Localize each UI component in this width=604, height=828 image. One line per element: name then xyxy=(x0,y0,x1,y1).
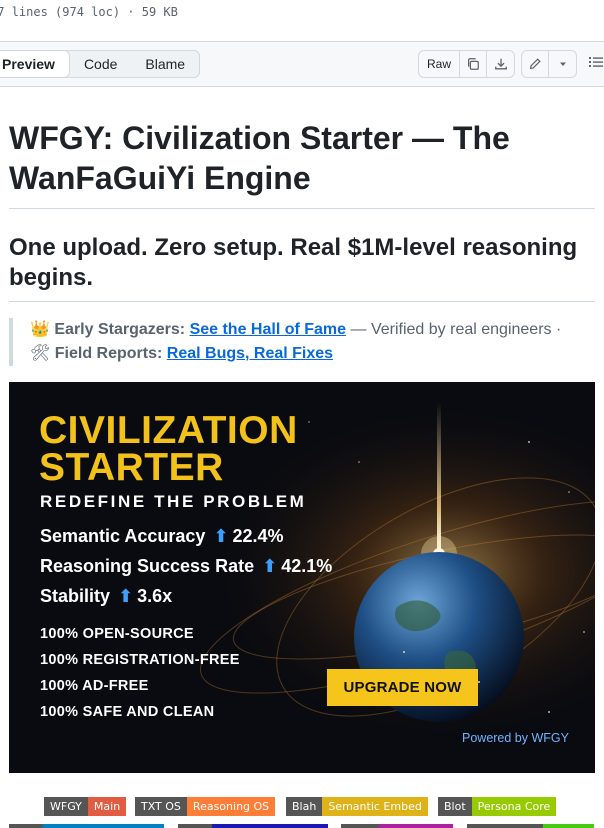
quote-line-1: 👑 Early Stargazers: See the Hall of Fame… xyxy=(30,318,595,342)
promo-banner-image: CIVILIZATION STARTER REDEFINE THE PROBLE… xyxy=(9,382,595,773)
hall-of-fame-link[interactable]: See the Hall of Fame xyxy=(190,321,347,338)
raw-button[interactable]: Raw xyxy=(419,51,460,77)
badge-blot[interactable]: Blot Persona Core xyxy=(438,797,557,816)
file-info: 37 lines (974 loc) · 59 KB xyxy=(0,5,178,19)
badge-partial[interactable] xyxy=(178,824,328,828)
tab-blame[interactable]: Blame xyxy=(131,51,199,77)
upgrade-now-button: UPGRADE NOW xyxy=(327,669,478,706)
pencil-icon xyxy=(529,58,541,70)
readme-subtitle: One upload. Zero setup. Real $1M-level r… xyxy=(9,234,578,291)
edit-dropdown-button[interactable] xyxy=(549,51,576,77)
banner-title: CIVILIZATION STARTER xyxy=(39,409,298,489)
tab-code[interactable]: Code xyxy=(70,51,131,77)
blockquote: 👑 Early Stargazers: See the Hall of Fame… xyxy=(9,318,595,366)
file-toolbar: Preview Code Blame Raw xyxy=(0,42,604,87)
banner-feature: 100% AD-FREE xyxy=(40,678,149,694)
banner-feature: 100% REGISTRATION-FREE xyxy=(40,652,240,668)
banner-subtitle: REDEFINE THE PROBLEM xyxy=(40,492,307,511)
arrow-up-icon: ⬆ xyxy=(262,556,278,576)
download-icon xyxy=(494,58,507,70)
edit-actions-group xyxy=(521,50,577,78)
badge-txt-os[interactable]: TXT OS Reasoning OS xyxy=(135,797,276,816)
view-mode-segmented-control: Preview Code Blame xyxy=(0,50,201,78)
arrow-up-icon: ⬆ xyxy=(213,526,229,546)
list-icon xyxy=(589,57,603,67)
edit-button[interactable] xyxy=(522,51,549,77)
banner-stat: Reasoning Success Rate ⬆ 42.1% xyxy=(40,556,333,576)
banner-feature: 100% SAFE AND CLEAN xyxy=(40,704,215,720)
quote-text: — Verified by real engineers · xyxy=(350,321,562,338)
divider xyxy=(9,301,595,302)
copy-icon xyxy=(468,58,479,70)
copy-button[interactable] xyxy=(460,51,487,77)
triangle-down-icon xyxy=(559,62,566,66)
badge-wfgy-main[interactable]: WFGY Main xyxy=(44,797,127,816)
banner-stat: Semantic Accuracy ⬆ 22.4% xyxy=(40,526,284,546)
badge-partial[interactable] xyxy=(341,824,453,828)
banner-feature: 100% OPEN-SOURCE xyxy=(40,626,194,642)
tab-preview[interactable]: Preview xyxy=(0,50,70,78)
quote-line-2: 🛠 Field Reports: Real Bugs, Real Fixes xyxy=(30,342,595,366)
real-bugs-link[interactable]: Real Bugs, Real Fixes xyxy=(167,345,333,362)
badge-partial[interactable] xyxy=(9,824,164,828)
outline-button[interactable] xyxy=(588,54,604,74)
download-button[interactable] xyxy=(487,51,514,77)
file-actions-group: Raw xyxy=(418,50,515,78)
badge-blah[interactable]: Blah Semantic Embed xyxy=(286,797,428,816)
badge-partial[interactable] xyxy=(467,824,594,828)
quote-label: Field Reports: xyxy=(54,345,163,362)
quote-label: Early Stargazers: xyxy=(54,321,186,338)
readme-title: WFGY: Civilization Starter — The WanFaGu… xyxy=(9,120,510,196)
divider xyxy=(9,208,595,209)
banner-stat: Stability ⬆ 3.6x xyxy=(40,586,173,606)
powered-by-text: Powered by WFGY xyxy=(462,731,569,745)
arrow-up-icon: ⬆ xyxy=(118,586,134,606)
tools-icon: 🛠 xyxy=(30,345,51,362)
crown-icon: 👑 xyxy=(30,321,50,338)
